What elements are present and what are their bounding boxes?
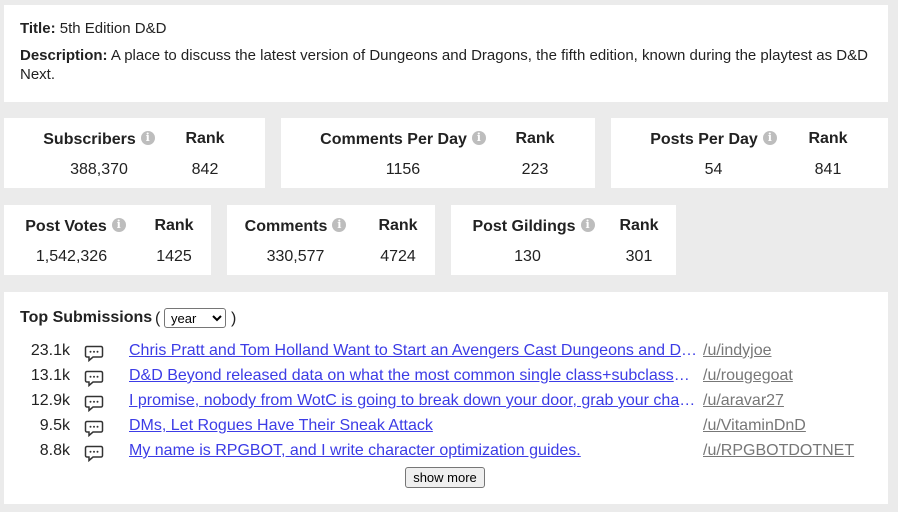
show-more-button[interactable]: show more [405,467,485,488]
submission-user-link[interactable]: /u/indyjoe [703,342,772,360]
posts-per-day-rank-label: Rank [808,130,848,147]
submission-title-link[interactable]: D&D Beyond released data on what the mos… [129,367,697,385]
comments-per-day-rank-value: 223 [521,161,549,178]
info-icon[interactable]: i [471,131,486,145]
submission-title-link[interactable]: DMs, Let Rogues Have Their Sneak Attack [129,417,697,435]
info-icon[interactable]: i [140,131,155,145]
comments-value: 330,577 [266,248,325,265]
title-row: Title: 5th Edition D&D [20,19,872,38]
submission-score: 13.1k [30,367,70,384]
comments-per-day-label: Comments Per Day [320,131,467,148]
comment-icon[interactable] [84,419,104,442]
post-gildings-label: Post Gildings [472,218,576,235]
comments-rank-value: 4724 [380,248,416,265]
submission-user-link[interactable]: /u/VitaminDnD [703,417,806,435]
comments-per-day-value: 1156 [385,161,421,178]
comment-icon[interactable] [84,369,104,392]
subscribers-card: Subscribers i 388,370 Rank 842 [4,118,265,188]
post-votes-card: Post Votes i 1,542,326 Rank 1425 [4,205,211,275]
title-label: Title: [20,20,56,37]
submission-row: 9.5k DMs, Let Rogues Have Their Sneak Att… [4,417,888,439]
submission-score: 23.1k [30,342,70,359]
submission-row: 8.8k My name is RPGBOT, and I write chara… [4,442,888,464]
submission-user-link[interactable]: /u/aravar27 [703,392,784,410]
comment-icon[interactable] [84,344,104,367]
submission-score: 9.5k [39,417,70,434]
posts-per-day-card: Posts Per Day i 54 Rank 841 [611,118,888,188]
post-votes-value: 1,542,326 [35,248,108,265]
comments-per-day-card: Comments Per Day i 1156 Rank 223 [281,118,595,188]
info-icon[interactable]: i [111,218,126,232]
submission-user-link[interactable]: /u/rougegoat [703,367,793,385]
subscribers-rank-label: Rank [185,130,225,147]
posts-per-day-value: 54 [704,161,723,178]
subscribers-rank-value: 842 [191,161,219,178]
post-gildings-rank-label: Rank [619,217,659,234]
comments-card: Comments i 330,577 Rank 4724 [227,205,435,275]
info-icon[interactable]: i [762,131,777,145]
period-select[interactable]: year [164,308,226,328]
post-gildings-card: Post Gildings i 130 Rank 301 [451,205,676,275]
submission-score: 12.9k [30,392,70,409]
submission-row: 23.1k Chris Pratt and Tom Holland Want to… [4,342,888,364]
comments-rank-label: Rank [378,217,418,234]
subscribers-value: 388,370 [70,161,128,178]
comment-icon[interactable] [84,444,104,467]
title-value: 5th Edition D&D [59,20,167,37]
submission-row: 12.9k I promise, nobody from WotC is goin… [4,392,888,414]
submission-title-link[interactable]: My name is RPGBOT, and I write character… [129,442,697,460]
submission-row: 13.1k D&D Beyond released data on what th… [4,367,888,389]
info-icon[interactable]: i [332,218,347,232]
comments-label: Comments [244,218,328,235]
post-gildings-value: 130 [514,248,541,265]
description-label: Description: [20,47,108,64]
post-votes-label: Post Votes [25,218,107,235]
posts-per-day-rank-value: 841 [814,161,842,178]
post-votes-rank-value: 1425 [156,248,192,265]
close-paren: ) [231,310,237,327]
comments-per-day-rank-label: Rank [515,130,555,147]
posts-per-day-label: Posts Per Day [650,131,758,148]
submission-score: 8.8k [39,442,70,459]
info-icon[interactable]: i [580,218,595,232]
top-submissions-title: Top Submissions [20,309,153,326]
submission-user-link[interactable]: /u/RPGBOTDOTNET [703,442,854,460]
submission-title-link[interactable]: Chris Pratt and Tom Holland Want to Star… [129,342,697,360]
comment-icon[interactable] [84,394,104,417]
subreddit-info-card: Title: 5th Edition D&D Description: A pl… [4,5,888,102]
description-row: Description: A place to discuss the late… [20,46,872,84]
submission-title-link[interactable]: I promise, nobody from WotC is going to … [129,392,697,410]
post-gildings-rank-value: 301 [625,248,653,265]
description-value: A place to discuss the latest version of… [20,47,868,83]
post-votes-rank-label: Rank [154,217,194,234]
subscribers-label: Subscribers [43,131,136,148]
open-paren: ( [155,310,161,327]
